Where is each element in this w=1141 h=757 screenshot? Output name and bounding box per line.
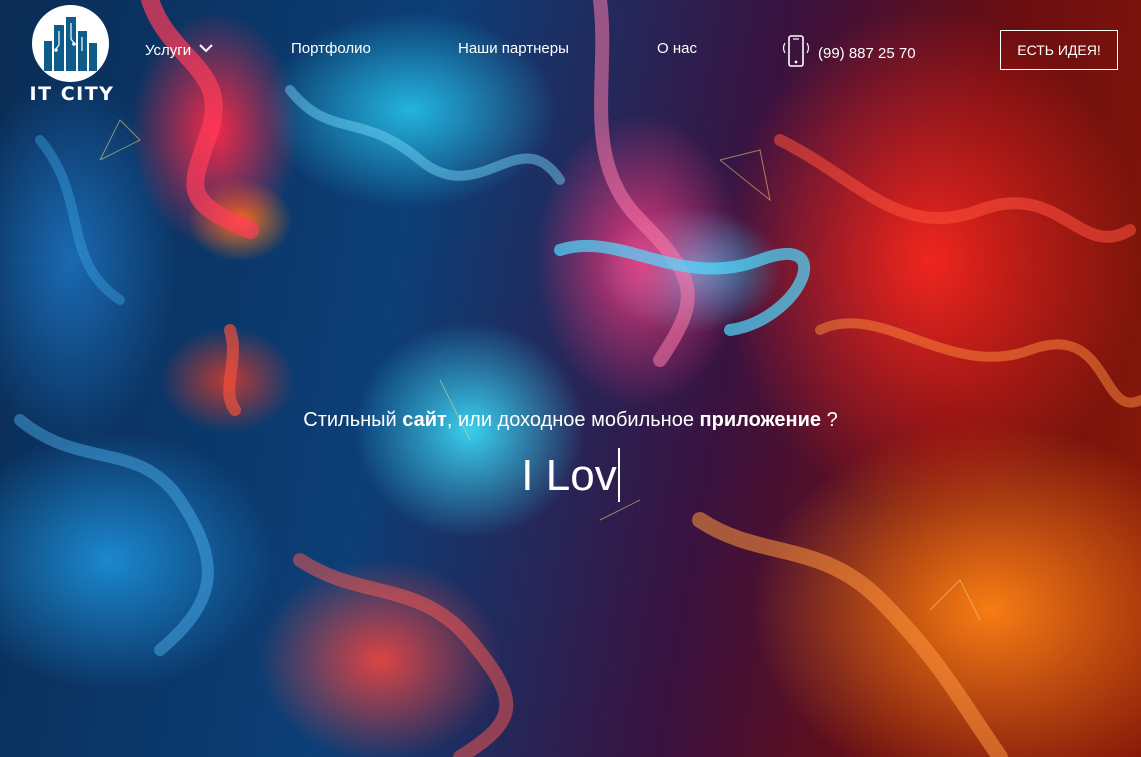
tagline-bold-app: приложение xyxy=(699,409,822,431)
nav-item-portfolio[interactable]: Портфолио xyxy=(291,40,371,57)
mobile-phone-icon xyxy=(780,34,812,73)
tagline-text-1: Стильный xyxy=(303,409,403,431)
nav-item-about[interactable]: О нас xyxy=(657,40,697,57)
tagline-text-3: ? xyxy=(821,409,838,431)
hero-background-wisps xyxy=(14,0,1141,757)
hero-section: IT CITY Услуги Портфолио Наши партнеры О… xyxy=(0,0,1141,757)
nav-item-services[interactable]: Услуги xyxy=(145,40,213,59)
phone-number: (99) 887 25 70 xyxy=(818,44,916,62)
idea-button[interactable]: ЕСТЬ ИДЕЯ! xyxy=(1000,30,1118,70)
typed-headline: I Lov xyxy=(0,448,1141,502)
brand-name: IT CITY xyxy=(29,83,115,105)
chevron-down-icon xyxy=(199,40,213,57)
tagline-bold-site: сайт xyxy=(402,409,447,431)
nav-item-services-label: Услуги xyxy=(145,42,192,59)
typing-caret xyxy=(617,448,620,502)
brand-logo[interactable]: IT CITY xyxy=(18,5,126,105)
city-buildings-icon xyxy=(32,5,109,82)
hero-tagline: Стильный сайт, или доходное мобильное пр… xyxy=(0,409,1141,432)
typed-text: I Lov xyxy=(521,451,617,500)
phone-link[interactable]: (99) 887 25 70 xyxy=(780,34,916,73)
tagline-text-2: , или доходное мобильное xyxy=(446,409,700,431)
nav-item-partners[interactable]: Наши партнеры xyxy=(458,40,569,57)
